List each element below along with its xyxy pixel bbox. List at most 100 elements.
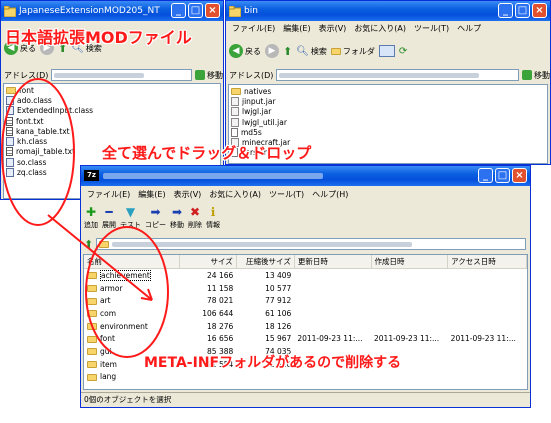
table-row[interactable]: achievement 24 166 13 409 [84,269,527,282]
folder-icon [228,5,242,18]
menu-item[interactable]: ファイル(E) [83,188,134,202]
name-cell: com [84,307,180,320]
file-icon [6,147,13,157]
minimize-button[interactable]: _ [171,3,186,18]
toolbar-button-plus[interactable]: ✚ 追加 [84,206,98,230]
go-button[interactable]: 移動 [195,70,223,81]
list-item[interactable]: ado.class [4,95,220,105]
table-row[interactable]: font 16 656 15 967 2011-09-23 11:... 2011-09… [84,332,527,345]
title-bar[interactable]: JapaneseExtensionMOD205_NT _ □ × [1,1,223,21]
search-button[interactable]: 🔍︎ 検索 [296,46,327,57]
name-cell: art [84,294,180,307]
menu-item[interactable]: 編集(E) [134,188,169,202]
list-item[interactable]: lwjgl.jar [229,107,547,117]
go-arrow-icon [522,70,532,80]
folder-icon [87,297,97,305]
menu-item[interactable]: ヘルプ(H) [308,188,352,202]
views-button[interactable] [378,45,395,57]
table-row[interactable]: armor 11 158 10 577 [84,282,527,295]
close-button[interactable]: × [512,168,527,183]
list-item[interactable]: lwjgl_util.jar [229,117,547,127]
folder-icon [87,272,97,280]
list-item[interactable]: font.txt [4,116,220,126]
file-icon [231,96,239,106]
column-header[interactable]: アクセス日時 [447,255,527,269]
folder-icon [87,361,97,369]
column-header[interactable]: サイズ [179,255,237,269]
cell [448,320,527,333]
list-item[interactable]: kana_table.txt [4,126,220,136]
address-input[interactable] [51,69,192,81]
toolbar-button-copy-arrow[interactable]: ➡ コピー [145,206,166,230]
path-input[interactable] [96,238,526,250]
folder-icon [3,5,17,18]
annotation-drag: 全て選んでドラッグ＆ドロップ [102,144,312,162]
go-button[interactable]: 移動 [522,70,550,81]
list-item[interactable]: jinput.jar [229,96,547,106]
menu-item[interactable]: お気に入り(A) [205,188,265,202]
cell [371,371,448,384]
cell [294,282,371,295]
back-button[interactable]: ◀ 戻る [229,44,261,58]
name-text: achievement [100,269,151,281]
menu-bar: ファイル(E) 編集(E) 表示(V) お気に入り(A) ツール(T) ヘルプ(H) [81,188,530,202]
toolbar-button-check[interactable]: ▼ テスト [120,206,141,230]
address-bar: アドレス(D) 移動 [1,67,223,83]
maximize-button[interactable]: □ [495,168,510,183]
folder-icon [87,310,97,318]
menu-item[interactable]: ファイル(E) [228,22,279,36]
toolbar-button-label: コピー [145,221,166,229]
column-header[interactable]: 名前 [84,255,181,269]
minimize-button[interactable]: _ [478,168,493,183]
menu-item[interactable]: 表示(V) [315,22,351,36]
folders-button[interactable]: フォルダ [330,46,375,57]
close-button[interactable]: × [205,3,220,18]
address-input[interactable] [276,69,519,81]
menu-item[interactable]: お気に入り(A) [350,22,410,36]
close-button[interactable]: × [532,3,547,18]
up-folder-icon[interactable]: ⬆ [283,45,292,58]
menu-item[interactable]: ヘルプ [453,22,485,36]
cell: 18 126 [265,321,292,331]
item-label: font [19,85,34,95]
list-item[interactable]: md5s [229,127,547,137]
cell [236,371,294,384]
title-bar[interactable]: bin _ □ × [226,1,550,21]
cell: 78 021 [207,296,234,306]
table-row[interactable]: art 78 021 77 912 [84,294,527,307]
name-text: armor [100,283,123,293]
column-header[interactable]: 更新日時 [294,255,372,269]
refresh-icon[interactable]: ⟳ [399,46,407,57]
toolbar-button-delete-x[interactable]: ✖ 削除 [188,206,202,230]
list-item[interactable]: natives [229,86,547,96]
up-folder-icon[interactable]: ⬆ [84,238,93,251]
file-icon [6,137,14,147]
name-text: gui [100,346,112,356]
column-header[interactable]: 圧縮後サイズ [236,255,295,269]
item-label: font.txt [16,116,44,126]
item-label: romaji_table.txt [16,147,76,157]
menu-bar: ファイル(E) 編集(E) 表示(V) お気に入り(A) ツール(T) ヘルプ [226,22,550,36]
address-label: アドレス(D) [4,70,49,80]
menu-item[interactable]: 表示(V) [170,188,206,202]
menu-item[interactable]: 編集(E) [279,22,314,36]
forward-button[interactable]: ▶ [265,44,279,58]
maximize-button[interactable]: □ [515,3,530,18]
table-row[interactable]: environment 18 276 18 126 [84,320,527,333]
maximize-button[interactable]: □ [188,3,203,18]
list-item[interactable]: font [4,85,220,95]
toolbar-button-info[interactable]: ℹ 情報 [206,206,220,230]
table-row[interactable]: com 106 644 61 106 [84,307,527,320]
cell [294,269,371,282]
list-item[interactable]: ExtendedInput.class [4,106,220,116]
menu-item[interactable]: ツール(T) [410,22,453,36]
minimize-button[interactable]: _ [498,3,513,18]
title-bar[interactable]: 7z _ □ × [81,166,530,186]
plus-icon: ✚ [85,205,97,219]
column-header[interactable]: 作成日時 [371,255,449,269]
toolbar-button-minus[interactable]: ━ 展開 [102,206,116,230]
table-row[interactable]: lang [84,371,527,384]
cell [371,269,448,282]
menu-item[interactable]: ツール(T) [265,188,308,202]
toolbar-button-move-arrow[interactable]: ➡ 移動 [170,206,184,230]
